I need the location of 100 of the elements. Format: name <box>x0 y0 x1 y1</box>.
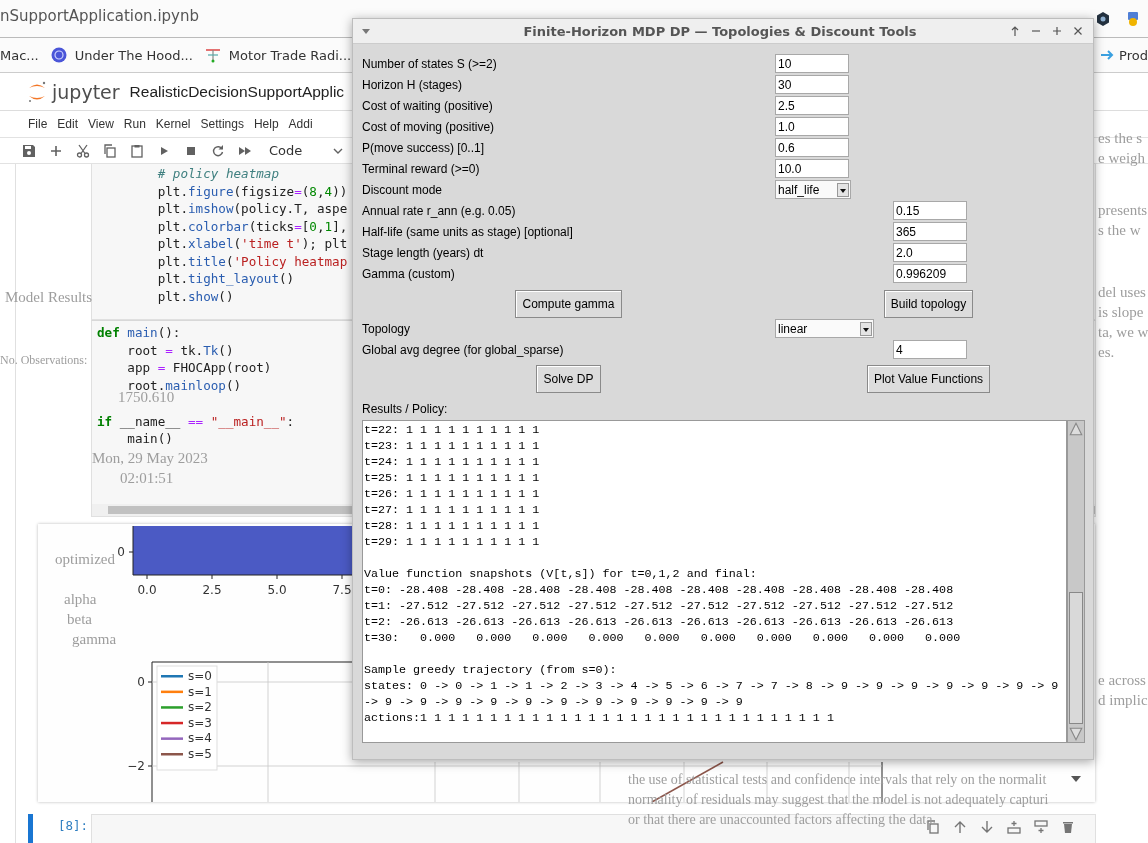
menu-item[interactable]: Addi <box>288 117 313 131</box>
faded-text: es. <box>1098 344 1115 361</box>
field-label: Gamma (custom) <box>362 266 455 281</box>
tk-button[interactable]: Compute gamma <box>515 290 622 318</box>
tk-button[interactable]: Build topology <box>883 290 974 318</box>
field-label: Cost of waiting (positive) <box>362 98 493 113</box>
input-field[interactable]: 10.0 <box>775 159 849 178</box>
result-line: actions:1 1 1 1 1 1 1 1 1 1 1 1 1 1 1 1 1 1 1 1 1 1 1 1 1 1 1 1 1 1 <box>364 710 834 726</box>
bookmark-link[interactable]: Under The Hood... <box>74 47 193 63</box>
tick-label: 2.5 <box>202 583 222 597</box>
window-title: Finite-Horizon MDP DP — Topologies & Discount Tools <box>522 23 918 39</box>
tick-label: 7.5 <box>332 583 352 597</box>
code-line: # policy heatmap <box>156 165 279 183</box>
cell-prompt: [8]: <box>58 818 89 833</box>
result-line: states: 0 -> 0 -> 1 -> 1 -> 2 -> 3 -> 4 -> 5 -> 6 -> 7 -> 7 -> 8 -> 9 -> 9 -> 9 -> 9 -> 9 -> 9 -> 9 <box>364 678 1059 694</box>
legend-label: s=3 <box>188 715 212 730</box>
result-line: t=24: 1 1 1 1 1 1 1 1 1 1 <box>364 454 540 470</box>
tk-button[interactable]: Solve DP <box>536 365 601 393</box>
bookmark-link[interactable]: Motor Trade Radi... <box>228 47 352 63</box>
code-line: plt.colorbar(ticks=[0,1], <box>156 217 348 235</box>
legend-label: s=5 <box>188 747 212 761</box>
faded-text: optimized <box>55 551 115 568</box>
bookmark-link[interactable]: Prod <box>1119 47 1148 63</box>
result-line: t=2: -26.613 -26.613 -26.613 -26.613 -26.613 -26.613 -26.613 -26.613 -26.613 -26.613 <box>364 614 954 630</box>
menu-item[interactable]: View <box>88 117 114 131</box>
tick-label: 0.0 <box>137 583 157 597</box>
dropdown[interactable]: linear <box>775 319 874 338</box>
tick-label: 0 <box>137 675 145 689</box>
menu-item[interactable]: Run <box>123 117 146 131</box>
input-field[interactable]: 0.6 <box>775 138 849 157</box>
input-field[interactable]: 0.996209 <box>893 264 967 283</box>
input-field[interactable]: 30 <box>775 75 849 94</box>
code-line: plt.title('Policy heatmap <box>156 252 348 270</box>
code-line: if __name__ == "__main__": <box>97 412 295 431</box>
faded-text: 1750.610 <box>118 389 175 406</box>
input-field[interactable]: 365 <box>893 222 967 241</box>
legend-label: s=1 <box>188 684 212 699</box>
field-label: Cost of moving (positive) <box>362 119 495 134</box>
result-line: t=1: -27.512 -27.512 -27.512 -27.512 -27.512 -27.512 -27.512 -27.512 -27.512 -27.512 <box>364 598 954 614</box>
bookmark-link[interactable]: Mac... <box>0 47 39 63</box>
input-field[interactable]: 4 <box>893 340 967 359</box>
faded-text: Model Results <box>5 289 93 306</box>
result-line: t=25: 1 1 1 1 1 1 1 1 1 1 <box>364 470 540 486</box>
menu-item[interactable]: Edit <box>57 117 79 131</box>
notebook-title[interactable]: RealisticDecisionSupportApplic <box>129 82 345 101</box>
menu-item[interactable]: File <box>28 117 48 131</box>
result-line: t=30: 0.000 0.000 0.000 0.000 0.000 0.000 0.000 0.000 0.000 0.000 <box>364 630 961 646</box>
field-label: Terminal reward (>=0) <box>362 161 480 176</box>
faded-text: alpha <box>64 591 97 608</box>
result-line: t=0: -28.408 -28.408 -28.408 -28.408 -28.408 -28.408 -28.408 -28.408 -28.408 -28.408 <box>364 582 954 598</box>
code-line: main() <box>126 430 173 448</box>
code-line: plt.tight_layout() <box>156 270 295 288</box>
jupyter-wordmark: jupyter <box>52 80 120 103</box>
faded-text: e across <box>1098 672 1146 689</box>
tick-label: 0 <box>117 545 125 559</box>
field-label: Horizon H (stages) <box>362 77 463 92</box>
faded-text: 02:01:51 <box>120 470 174 487</box>
faded-text: presents <box>1098 202 1148 219</box>
code-line: plt.xlabel('time t'); plt <box>156 235 348 253</box>
result-line: t=28: 1 1 1 1 1 1 1 1 1 1 <box>364 518 540 534</box>
result-line: Sample greedy trajectory (from s=0): <box>364 662 617 678</box>
menu-item[interactable]: Help <box>253 117 279 131</box>
code-line: plt.figure(figsize=(8,4)) <box>156 182 348 200</box>
field-label: Half-life (same units as stage) [optional] <box>362 224 573 239</box>
field-label: Number of states S (>=2) <box>362 56 497 71</box>
faded-text: gamma <box>72 631 117 648</box>
input-field[interactable]: 2.5 <box>775 96 849 115</box>
field-label: Annual rate r_ann (e.g. 0.05) <box>362 203 516 218</box>
code-line: root = tk.Tk() <box>126 341 234 360</box>
menu-item[interactable]: Settings <box>200 117 244 131</box>
cell-type-dropdown[interactable]: Code <box>269 143 303 158</box>
tab-title[interactable]: nSupportApplication.ipynb <box>0 7 199 25</box>
result-line: t=22: 1 1 1 1 1 1 1 1 1 1 <box>364 422 540 438</box>
dropdown[interactable]: half_life <box>775 180 851 199</box>
menu-item[interactable]: Kernel <box>155 117 191 131</box>
input-field[interactable]: 2.0 <box>893 243 967 262</box>
field-label: Global avg degree (for global_sparse) <box>362 342 564 357</box>
code-line: plt.imshow(policy.T, aspe <box>156 200 348 218</box>
result-line: t=27: 1 1 1 1 1 1 1 1 1 1 <box>364 502 540 518</box>
input-field[interactable]: 0.15 <box>893 201 967 220</box>
input-field[interactable]: 1.0 <box>775 117 849 136</box>
tk-button[interactable]: Plot Value Functions <box>866 365 991 393</box>
faded-text: s the w <box>1098 222 1141 239</box>
result-line: Value function snapshots (V[t,s]) for t=0,1,2 and final: <box>364 566 757 582</box>
field-label: Stage length (years) dt <box>362 245 484 260</box>
faded-text: es the s <box>1098 130 1143 147</box>
tick-label: −2 <box>127 759 145 773</box>
input-field[interactable]: 10 <box>775 54 849 73</box>
code-line: plt.show() <box>156 287 234 305</box>
faded-text: normality of residuals may suggest that the model is not adequately capturi <box>628 792 1049 808</box>
tick-label: 5.0 <box>267 583 287 597</box>
legend-label: s=2 <box>188 700 212 715</box>
faded-text: or that there are unaccounted factors affecting the data. <box>628 812 936 828</box>
faded-text: No. Observations: <box>0 353 88 368</box>
faded-text: ta, we w <box>1098 324 1148 341</box>
faded-text: Mon, 29 May 2023 <box>92 450 208 467</box>
code-line: def main(): <box>97 324 181 342</box>
legend-label: s=4 <box>188 731 212 746</box>
faded-text: del uses <box>1098 284 1146 301</box>
faded-text: beta <box>67 611 92 628</box>
